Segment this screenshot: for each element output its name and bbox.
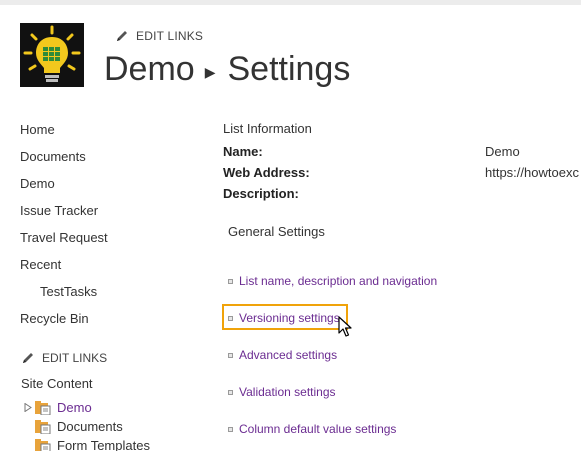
link-column-default-value-settings[interactable]: Column default value settings: [228, 422, 396, 436]
breadcrumb-page: Settings: [227, 50, 351, 88]
highlight-box: [222, 304, 348, 330]
link-list-name-description-navigation[interactable]: List name, description and navigation: [228, 274, 437, 288]
bullet-icon: [228, 352, 233, 358]
bullet-icon: [228, 389, 233, 395]
lightbulb-icon: [23, 25, 81, 82]
nav-item-recycle-bin[interactable]: Recycle Bin: [20, 311, 210, 338]
site-logo[interactable]: [20, 23, 84, 87]
breadcrumb-separator-icon: ▶: [204, 64, 216, 80]
edit-links-nav[interactable]: EDIT LINKS: [21, 351, 107, 365]
nav-item-demo[interactable]: Demo: [20, 176, 210, 203]
edit-links-label: EDIT LINKS: [42, 351, 108, 365]
tree-item-demo[interactable]: Demo: [22, 398, 212, 417]
bullet-icon: [228, 426, 233, 432]
section-title: List Information: [223, 121, 312, 136]
description-label: Description:: [223, 186, 299, 201]
nav-item-travel-request[interactable]: Travel Request: [20, 230, 210, 257]
name-label: Name:: [223, 144, 263, 159]
pencil-icon: [115, 29, 129, 43]
bullet-icon: [228, 278, 233, 284]
site-content-tree: Demo Documents Form Templates: [22, 398, 212, 451]
edit-links-top[interactable]: EDIT LINKS: [115, 29, 203, 43]
top-bar: [0, 0, 581, 5]
edit-links-label: EDIT LINKS: [136, 29, 204, 43]
tree-item-label: Form Templates: [57, 438, 150, 451]
name-value: Demo: [485, 144, 520, 159]
site-content-link[interactable]: Site Content: [21, 376, 93, 391]
link-label: Validation settings: [239, 385, 336, 399]
nav-item-home[interactable]: Home: [20, 122, 210, 149]
expand-arrow-icon[interactable]: [22, 403, 34, 412]
link-label: List name, description and navigation: [239, 274, 438, 288]
nav-item-testtasks[interactable]: TestTasks: [20, 284, 210, 311]
link-advanced-settings[interactable]: Advanced settings: [228, 348, 337, 362]
web-address-label: Web Address:: [223, 165, 310, 180]
nav-item-issue-tracker[interactable]: Issue Tracker: [20, 203, 210, 230]
tree-item-label: Demo: [57, 400, 92, 415]
breadcrumb-site[interactable]: Demo: [104, 50, 195, 89]
nav-item-recent[interactable]: Recent: [20, 257, 210, 284]
web-address-value[interactable]: https://howtoexc: [485, 165, 579, 180]
tree-item-label: Documents: [57, 419, 123, 434]
nav-item-documents[interactable]: Documents: [20, 149, 210, 176]
link-label: Advanced settings: [239, 348, 338, 362]
library-icon: [35, 400, 53, 415]
library-icon: [35, 419, 53, 434]
list-information-heading: List Information: [223, 120, 312, 138]
pencil-icon: [21, 351, 35, 365]
page-title: Demo ▶ Settings: [104, 50, 350, 89]
tree-item-form-templates[interactable]: Form Templates: [22, 436, 212, 451]
mouse-cursor-icon: [338, 316, 352, 337]
link-label: Column default value settings: [239, 422, 397, 436]
library-icon: [35, 438, 53, 451]
quick-launch: Home Documents Demo Issue Tracker Travel…: [20, 122, 210, 338]
tree-item-documents[interactable]: Documents: [22, 417, 212, 436]
link-validation-settings[interactable]: Validation settings: [228, 385, 336, 399]
general-settings-heading: General Settings: [228, 224, 325, 239]
